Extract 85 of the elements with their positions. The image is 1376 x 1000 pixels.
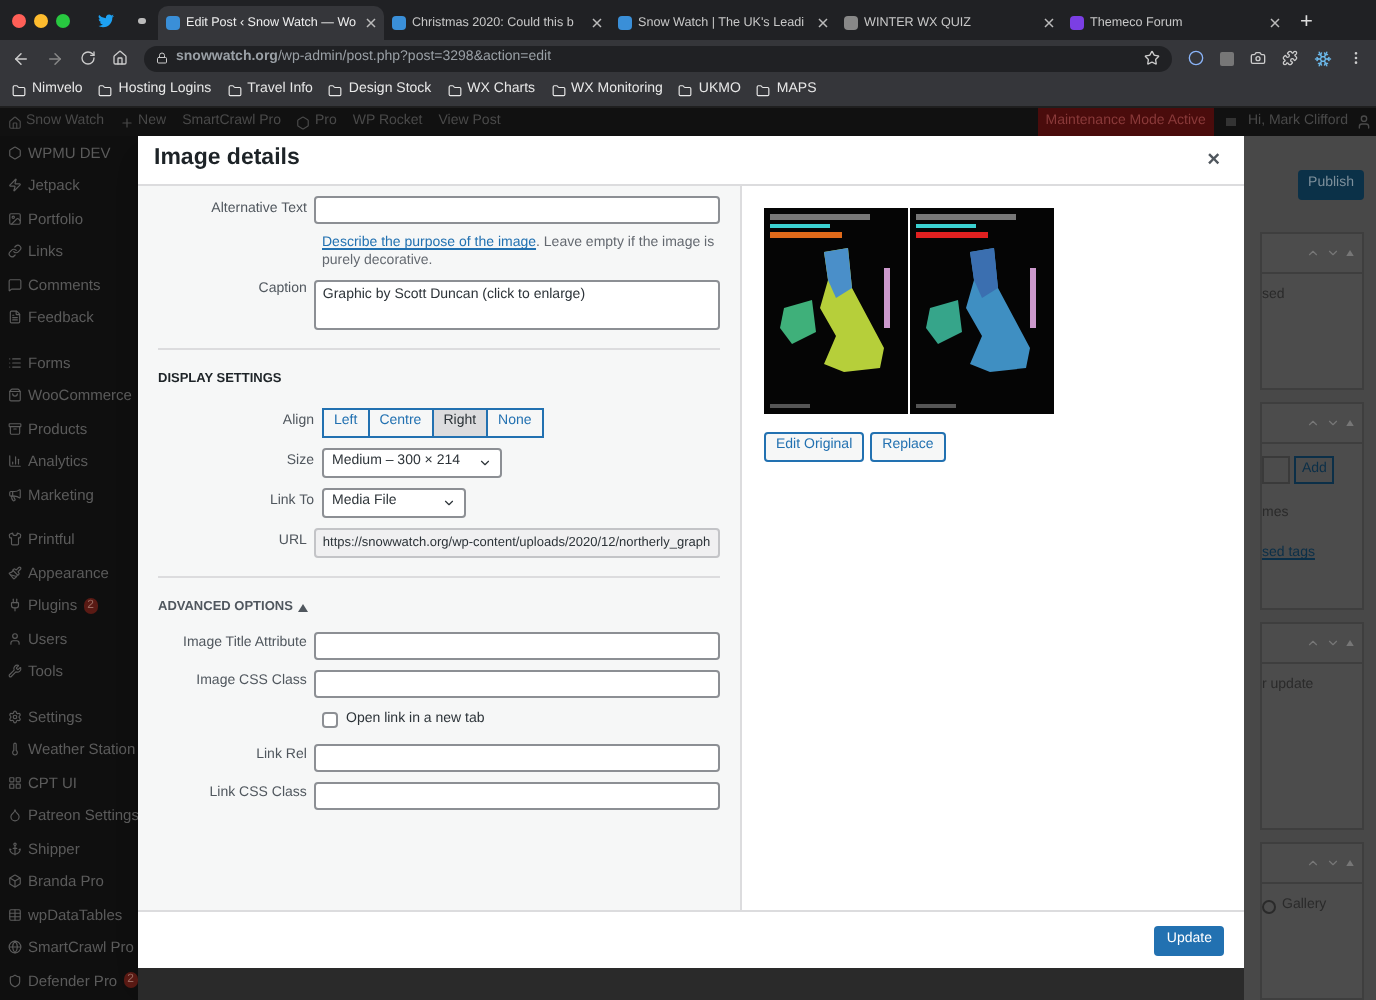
bag-icon: [8, 388, 22, 403]
drop-icon: [8, 808, 22, 823]
hexagon-icon: [8, 145, 22, 160]
speech-bubble-icon: [8, 277, 22, 292]
close-button[interactable]: ×: [1199, 143, 1228, 177]
bird-icon[interactable]: [98, 13, 114, 27]
folder-icon: [98, 84, 113, 98]
dialog-title: Image details: [154, 144, 300, 175]
reload-icon[interactable]: [80, 50, 96, 66]
triangle-up-icon[interactable]: [1346, 419, 1354, 426]
site-favicon-icon: [166, 16, 180, 30]
anchor-icon: [8, 841, 22, 856]
extension-square-icon[interactable]: [1220, 51, 1234, 65]
folder-icon: [678, 84, 693, 98]
star-icon[interactable]: [1144, 50, 1160, 66]
lock-icon: [156, 52, 168, 64]
site-favicon-icon: [392, 16, 406, 30]
image-icon: [8, 211, 22, 226]
archive-icon: [8, 421, 22, 436]
admin-bar-icon: [120, 115, 135, 129]
admin-bar-icon: [296, 115, 311, 129]
plug-icon: [8, 598, 22, 613]
chevron-up-icon[interactable]: [1306, 636, 1320, 651]
chevron-down-icon[interactable]: [1326, 636, 1340, 651]
folder-icon: [12, 84, 26, 98]
new-tab-button[interactable]: +: [1300, 4, 1313, 40]
chevron-up-icon[interactable]: [1306, 246, 1320, 260]
triangle-up-icon[interactable]: [1346, 250, 1354, 256]
site-favicon-icon: [618, 16, 632, 30]
list-icon: [8, 355, 22, 370]
pinned-tab-icon[interactable]: [138, 17, 146, 23]
grid-icon: [8, 775, 22, 790]
globe-icon: [8, 940, 22, 955]
close-icon[interactable]: [592, 18, 602, 28]
folder-icon: [447, 84, 462, 98]
camera-icon[interactable]: [1250, 50, 1266, 66]
bar-chart-icon: [8, 454, 22, 469]
folder-icon: [756, 84, 771, 98]
site-favicon-icon: [1070, 16, 1084, 30]
text-input[interactable]: [314, 781, 720, 809]
chevron-down-icon[interactable]: [1326, 415, 1340, 430]
close-icon[interactable]: [818, 18, 828, 28]
back-icon[interactable]: [12, 49, 30, 67]
chevron-down-icon[interactable]: [1326, 246, 1340, 260]
close-icon[interactable]: [1270, 18, 1280, 28]
home-icon[interactable]: [112, 50, 128, 66]
site-favicon-icon: [844, 16, 858, 30]
megaphone-icon: [8, 487, 22, 502]
close-icon[interactable]: [366, 18, 376, 28]
paintbrush-icon: [8, 565, 22, 580]
chevron-down-icon[interactable]: [1326, 856, 1340, 871]
text-input[interactable]: [314, 631, 720, 659]
avatar-icon[interactable]: [1356, 114, 1372, 130]
thermometer-icon: [8, 742, 22, 757]
triangle-up-icon[interactable]: [1346, 640, 1354, 647]
triangle-up-icon[interactable]: [1346, 860, 1354, 867]
wrench-icon: [8, 664, 22, 679]
link-icon: [8, 244, 22, 259]
forward-icon[interactable]: [46, 49, 64, 67]
shield-icon: [8, 973, 22, 988]
close-icon[interactable]: [1044, 18, 1054, 28]
admin-bar-icon: [8, 115, 22, 129]
bolt-icon: [8, 178, 22, 193]
extensions-icon[interactable]: [1282, 50, 1298, 66]
chevron-up-icon[interactable]: [1306, 415, 1320, 430]
alt-text-input[interactable]: [314, 196, 720, 224]
chevron-down-icon: [442, 495, 456, 510]
box-icon: [8, 874, 22, 889]
text-input[interactable]: [314, 743, 720, 771]
checkbox[interactable]: [322, 712, 338, 728]
folder-icon: [227, 84, 242, 98]
user-icon: [8, 631, 22, 646]
chevron-down-icon: [478, 455, 492, 470]
table-icon: [8, 907, 22, 922]
extension-circle-icon[interactable]: [1188, 50, 1204, 66]
folder-icon: [328, 84, 343, 98]
radio-button[interactable]: [1262, 899, 1276, 914]
chevron-up-icon[interactable]: [1306, 856, 1320, 871]
text-input[interactable]: [314, 669, 720, 697]
triangle-up-icon: [298, 603, 309, 612]
shirt-icon: [8, 532, 22, 547]
folder-icon: [551, 84, 566, 98]
snowflake-icon[interactable]: [1314, 49, 1332, 67]
document-icon: [8, 310, 22, 325]
settings-icon: [8, 709, 22, 724]
